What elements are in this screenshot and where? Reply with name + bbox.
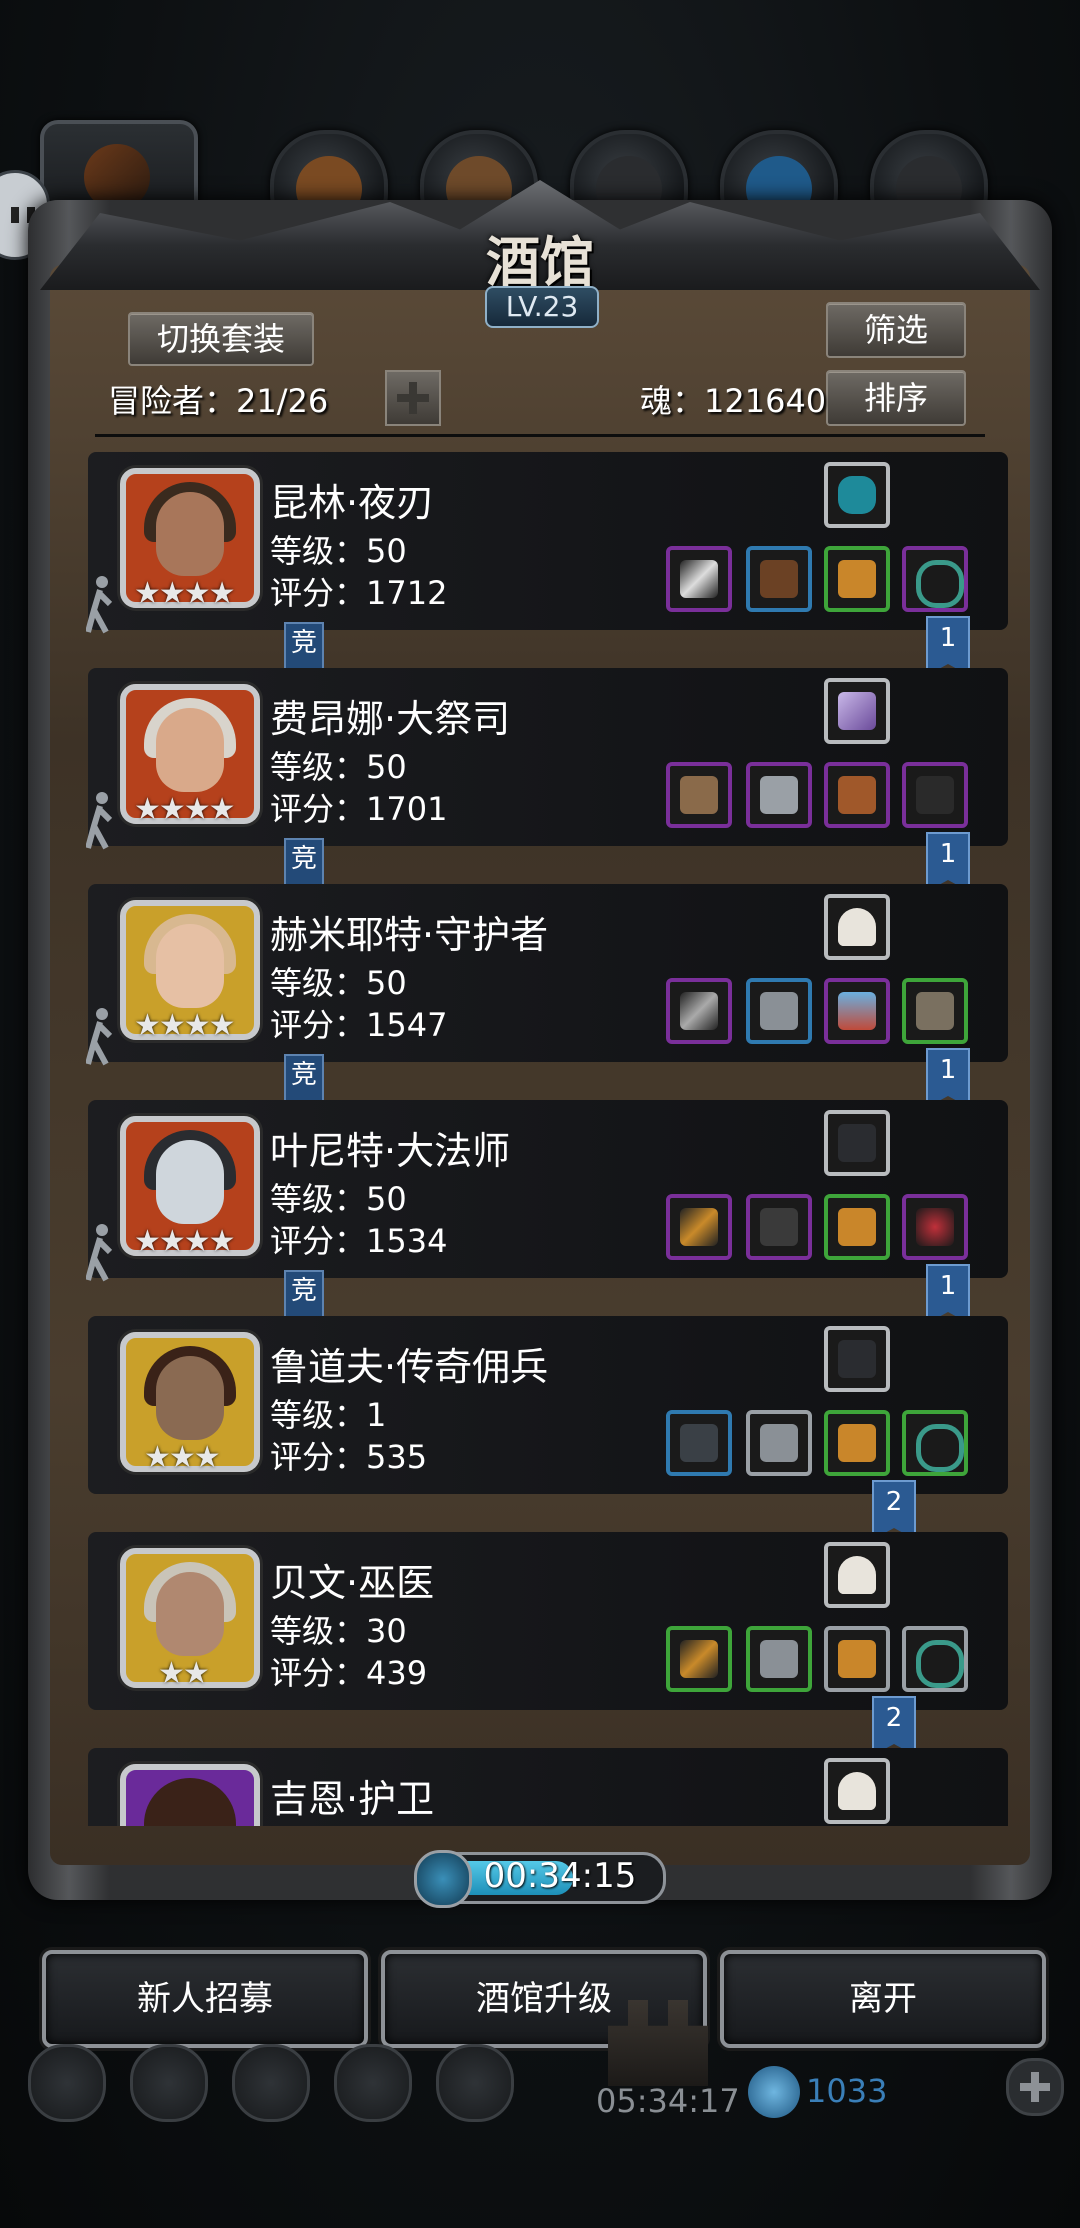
- hero-row[interactable]: ★★★★ 赫米耶特·守护者 等级：50 评分：1547 竞 1: [86, 882, 1016, 1108]
- hero-row[interactable]: ★★ 贝文·巫医 等级：30 评分：439 2: [86, 1530, 1016, 1756]
- equip-slot[interactable]: [902, 762, 968, 828]
- accessory-slot[interactable]: [824, 1542, 890, 1608]
- sort-button[interactable]: 排序: [826, 370, 966, 426]
- hero-portrait: [120, 1764, 260, 1826]
- accessory-slot[interactable]: [824, 678, 890, 744]
- equip-slot[interactable]: [824, 1626, 890, 1692]
- arena-badge: 竞: [284, 838, 324, 886]
- clock-icon: [414, 1850, 472, 1908]
- box-icon[interactable]: [436, 2044, 514, 2122]
- star-rating: ★★: [158, 1656, 210, 1691]
- hero-name: 贝文·巫医: [270, 1561, 435, 1605]
- recruit-button[interactable]: 新人招募: [42, 1950, 368, 2048]
- equip-slot[interactable]: [824, 1194, 890, 1260]
- hero-row[interactable]: ★★★ 鲁道夫·传奇佣兵 等级：1 评分：535 2: [86, 1314, 1016, 1540]
- hero-level: 等级：50: [270, 748, 407, 786]
- runner-icon: [86, 790, 114, 850]
- equip-slot[interactable]: [746, 1410, 812, 1476]
- hero-level: 等级：50: [270, 964, 407, 1002]
- timer-text: 00:34:15: [483, 1856, 637, 1896]
- equip-slot[interactable]: [746, 1194, 812, 1260]
- mail-icon[interactable]: [334, 2044, 412, 2122]
- tavern-level-badge: LV.23: [485, 286, 599, 328]
- equip-slot[interactable]: [666, 762, 732, 828]
- hero-row[interactable]: 吉恩·护卫: [86, 1746, 1016, 1826]
- equip-slot[interactable]: [902, 978, 968, 1044]
- equip-slot[interactable]: [666, 1194, 732, 1260]
- hero-row[interactable]: ★★★★ 昆林·夜刃 等级：50 评分：1712 竞 1: [86, 450, 1016, 676]
- accessory-slot[interactable]: [824, 1326, 890, 1392]
- badge-icon[interactable]: [130, 2044, 208, 2122]
- hero-level: 等级：50: [270, 532, 407, 570]
- hero-score: 评分：1547: [270, 1006, 448, 1044]
- adventurer-count: 冒险者：21/26: [108, 382, 329, 420]
- runner-icon: [86, 574, 114, 634]
- emblem-icon[interactable]: [232, 2044, 310, 2122]
- equip-slot[interactable]: [824, 546, 890, 612]
- hero-score: 评分：535: [270, 1438, 428, 1476]
- gem-icon: [748, 2066, 800, 2118]
- hero-list[interactable]: ★★★★ 昆林·夜刃 等级：50 评分：1712 竞 1 ★★★★ 费昂娜·大祭…: [86, 450, 1016, 1826]
- equip-slot[interactable]: [824, 978, 890, 1044]
- hero-name: 费昂娜·大祭司: [270, 697, 511, 741]
- add-slot-icon[interactable]: [385, 370, 441, 426]
- leave-button[interactable]: 离开: [720, 1950, 1046, 2048]
- equip-slot[interactable]: [746, 978, 812, 1044]
- accessory-slot[interactable]: [824, 462, 890, 528]
- equip-slot[interactable]: [902, 1194, 968, 1260]
- star-rating: ★★★★: [134, 1008, 236, 1043]
- equip-slot[interactable]: [666, 1410, 732, 1476]
- arena-badge: 竞: [284, 1054, 324, 1102]
- add-currency-icon[interactable]: [1006, 2058, 1064, 2116]
- arena-badge: 竞: [284, 1270, 324, 1318]
- equip-slot[interactable]: [746, 1626, 812, 1692]
- star-rating: ★★★★: [134, 792, 236, 827]
- equip-slot[interactable]: [824, 762, 890, 828]
- star-rating: ★★★: [144, 1440, 221, 1475]
- equip-slot[interactable]: [902, 1410, 968, 1476]
- hero-name: 叶尼特·大法师: [270, 1129, 511, 1173]
- currency-amount: 1033: [806, 2072, 888, 2110]
- hero-name: 吉恩·护卫: [270, 1777, 435, 1821]
- star-rating: ★★★★: [134, 1224, 236, 1259]
- equip-slot[interactable]: [746, 762, 812, 828]
- equip-slot[interactable]: [746, 546, 812, 612]
- equip-slot[interactable]: [666, 978, 732, 1044]
- accessory-slot[interactable]: [824, 1758, 890, 1824]
- hero-name: 鲁道夫·传奇佣兵: [270, 1345, 549, 1389]
- divider: [95, 434, 985, 437]
- accessory-slot[interactable]: [824, 1110, 890, 1176]
- hero-score: 评分：1534: [270, 1222, 448, 1260]
- star-rating: ★★★★: [134, 576, 236, 611]
- settings-icon[interactable]: [28, 2044, 106, 2122]
- hero-row[interactable]: ★★★★ 叶尼特·大法师 等级：50 评分：1534 竞 1: [86, 1098, 1016, 1324]
- hero-score: 评分：439: [270, 1654, 428, 1692]
- arena-badge: 竞: [284, 622, 324, 670]
- equip-slot[interactable]: [666, 546, 732, 612]
- equip-slot[interactable]: [902, 1626, 968, 1692]
- switch-outfit-button[interactable]: 切换套装: [128, 312, 314, 366]
- hero-row[interactable]: ★★★★ 费昂娜·大祭司 等级：50 评分：1701 竞 1: [86, 666, 1016, 892]
- hero-level: 等级：50: [270, 1180, 407, 1218]
- hero-score: 评分：1712: [270, 574, 448, 612]
- runner-icon: [86, 1006, 114, 1066]
- soul-count: 魂：121640: [640, 382, 827, 420]
- hero-level: 等级：30: [270, 1612, 407, 1650]
- filter-button[interactable]: 筛选: [826, 302, 966, 358]
- equip-slot[interactable]: [666, 1626, 732, 1692]
- equip-slot[interactable]: [824, 1410, 890, 1476]
- runner-icon: [86, 1222, 114, 1282]
- equip-slot[interactable]: [902, 546, 968, 612]
- hero-name: 昆林·夜刃: [270, 481, 435, 525]
- hero-name: 赫米耶特·守护者: [270, 913, 549, 957]
- hero-level: 等级：1: [270, 1396, 387, 1434]
- accessory-slot[interactable]: [824, 894, 890, 960]
- bottom-timer: 05:34:17: [596, 2082, 740, 2120]
- hero-score: 评分：1701: [270, 790, 448, 828]
